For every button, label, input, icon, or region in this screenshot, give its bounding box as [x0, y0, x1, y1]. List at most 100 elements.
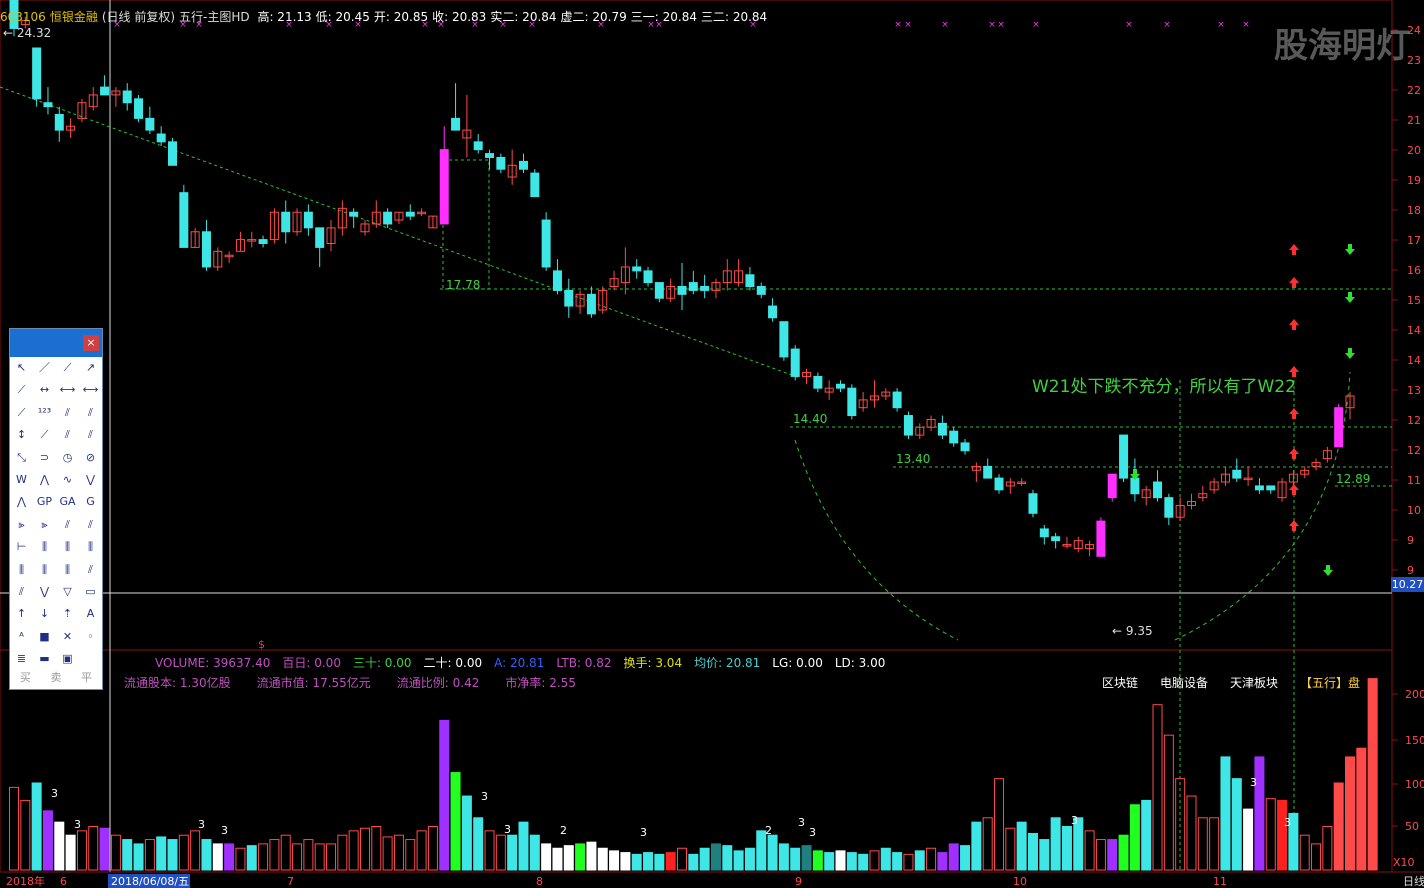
- candle-body: [654, 282, 664, 299]
- toolbox-tool-icon[interactable]: ⫽: [10, 581, 33, 603]
- toolbox-tool-icon[interactable]: ■: [33, 626, 56, 648]
- toolbox-tool-icon[interactable]: ✕: [56, 626, 79, 648]
- volume-axis-label: 100: [1405, 778, 1424, 791]
- toolbox-tool-icon[interactable]: ⫽: [79, 559, 102, 581]
- toolbox-buy[interactable]: 买: [20, 669, 31, 689]
- volume-bar: [994, 778, 1005, 871]
- toolbox-tool-icon[interactable]: ¹²³: [33, 402, 56, 424]
- sector-tag[interactable]: 区块链: [1102, 676, 1138, 690]
- red-up-arrow-icon: [1289, 448, 1299, 459]
- toolbox-tool-icon[interactable]: ⊢: [10, 536, 33, 558]
- toolbox-tool-icon[interactable]: ⟋: [10, 379, 33, 401]
- volume-bar: [314, 843, 325, 871]
- stock-name: 恒银金融: [49, 10, 98, 24]
- toolbox-tool-icon[interactable]: ↗: [79, 357, 102, 379]
- toolbox-tool-icon[interactable]: W: [10, 469, 33, 491]
- volume-bar: [744, 847, 755, 871]
- header-field: 实二: 20.84: [490, 10, 557, 24]
- toolbox-tool-icon[interactable]: ⫸: [10, 514, 33, 536]
- toolbox-tool-icon[interactable]: ⊘: [79, 447, 102, 469]
- toolbox-footer: 买 卖 平: [10, 669, 102, 689]
- toolbox-tool-icon[interactable]: ⫽: [56, 424, 79, 446]
- toolbox-tool-icon[interactable]: ↖: [10, 357, 33, 379]
- toolbox-tool-icon[interactable]: ⫼: [33, 536, 56, 558]
- toolbox-tool-icon[interactable]: ⫽: [79, 424, 102, 446]
- toolbox-tool-icon[interactable]: ↔: [33, 379, 56, 401]
- candle-body: [994, 477, 1004, 491]
- kline-chart[interactable]: 2423222120191817161514141312121110992001…: [0, 0, 1424, 888]
- volume-axis-label: 150: [1405, 734, 1424, 747]
- toolbox-tool-icon[interactable]: ⫽: [56, 402, 79, 424]
- toolbox-tool-icon[interactable]: ◷: [56, 447, 79, 469]
- toolbox-tool-icon[interactable]: ⫼: [56, 536, 79, 558]
- chart-mode: (日线 前复权): [101, 10, 176, 24]
- toolbox-titlebar[interactable]: ×: [10, 329, 102, 357]
- date-label: 10: [1013, 875, 1027, 888]
- candle-body: [552, 270, 562, 291]
- toolbox-tool-icon[interactable]: ◦: [79, 626, 102, 648]
- toolbox-sell[interactable]: 卖: [50, 669, 61, 689]
- header-field: 虚二: 20.79: [560, 10, 627, 24]
- toolbox-tool-icon[interactable]: ／: [33, 357, 56, 379]
- toolbox-tool-icon[interactable]: ↕: [10, 424, 33, 446]
- toolbox-tool-icon[interactable]: ⋀: [33, 469, 56, 491]
- toolbox-flat[interactable]: 平: [81, 669, 92, 689]
- price-label-high: ← 24.32: [3, 26, 52, 40]
- volume-bar: [1265, 798, 1276, 871]
- candle-body: [1334, 407, 1344, 448]
- toolbox-tool-icon[interactable]: ⫼: [33, 559, 56, 581]
- toolbox-tool-icon[interactable]: ⋁: [33, 581, 56, 603]
- volume-label: 3: [1250, 776, 1257, 789]
- toolbox-tool-icon[interactable]: A: [79, 603, 102, 625]
- toolbox-tool-icon[interactable]: ↑: [10, 603, 33, 625]
- toolbox-tool-icon[interactable]: ▬: [33, 648, 56, 670]
- toolbox-tool-icon[interactable]: ⫼: [79, 536, 102, 558]
- volume-bar: [846, 852, 857, 871]
- toolbox-tool-icon[interactable]: ▣: [56, 648, 79, 670]
- sector-tag[interactable]: 天津板块: [1230, 676, 1278, 690]
- toolbox-tool-icon[interactable]: ⋀: [10, 491, 33, 513]
- toolbox-tool-icon[interactable]: ⫸: [33, 514, 56, 536]
- toolbox-tool-icon[interactable]: ▭: [79, 581, 102, 603]
- drawing-toolbox[interactable]: × ↖ ／ ⟋ ↗ ⟋ ↔ ⟷ ⟷ ⟋ ¹²³ ⫽ ⫽ ↕ ⟋ ⫽ ⫽ ⤡ ⊃ ◷ ⊘ W ⋀ ∿ ⋁ ⋀ GP GA G ⫸ ⫸ ⫽ ⫽ ⊢ ⫼…: [9, 328, 103, 690]
- volume-bar: [892, 852, 903, 871]
- toolbox-tool-icon[interactable]: ⊃: [33, 447, 56, 469]
- volume-bar: [1322, 826, 1333, 871]
- toolbox-tool-icon[interactable]: ⫽: [56, 514, 79, 536]
- toolbox-tool-icon[interactable]: ⫼: [10, 559, 33, 581]
- volume-bar: [733, 850, 744, 871]
- template-name: 五行-主图HD: [179, 10, 250, 24]
- volume-bar: [1367, 678, 1378, 871]
- toolbox-tool-icon[interactable]: ⫽: [79, 402, 102, 424]
- volume-bar: [484, 830, 495, 871]
- toolbox-tool-icon[interactable]: ⋁: [79, 469, 102, 491]
- candle-body: [847, 387, 857, 417]
- toolbox-tool-icon[interactable]: GP: [33, 491, 56, 513]
- toolbox-tool-icon[interactable]: ∿: [56, 469, 79, 491]
- sector-tag[interactable]: 【五行】盘: [1300, 676, 1360, 690]
- toolbox-tool-icon[interactable]: ≣: [10, 648, 33, 670]
- toolbox-tool-icon[interactable]: ⤡: [10, 447, 33, 469]
- candle-body: [439, 149, 449, 225]
- close-icon[interactable]: ×: [83, 335, 99, 351]
- toolbox-tool-icon[interactable]: GA: [56, 491, 79, 513]
- volume-bar: [167, 839, 178, 871]
- toolbox-tool-icon[interactable]: ⫼: [56, 559, 79, 581]
- toolbox-tool-icon[interactable]: ⟋: [33, 424, 56, 446]
- candle-body: [586, 293, 596, 315]
- toolbox-tool-icon[interactable]: ⫽: [79, 514, 102, 536]
- toolbox-tool-icon[interactable]: ⟋: [56, 357, 79, 379]
- toolbox-tool-icon[interactable]: G: [79, 491, 102, 513]
- toolbox-tool-icon[interactable]: ⟋: [10, 402, 33, 424]
- toolbox-tool-icon[interactable]: ᴬ: [10, 626, 33, 648]
- sector-tag[interactable]: 电脑设备: [1160, 676, 1208, 690]
- volume-bar: [280, 834, 291, 871]
- toolbox-tool-icon[interactable]: ⟷: [56, 379, 79, 401]
- toolbox-tool-icon[interactable]: ↓: [33, 603, 56, 625]
- toolbox-tool-icon[interactable]: [79, 648, 102, 670]
- toolbox-tool-icon[interactable]: ▽: [56, 581, 79, 603]
- candle-body: [949, 430, 959, 444]
- toolbox-tool-icon[interactable]: ⇡: [56, 603, 79, 625]
- volume-bar: [224, 843, 235, 871]
- toolbox-tool-icon[interactable]: ⟷: [79, 379, 102, 401]
